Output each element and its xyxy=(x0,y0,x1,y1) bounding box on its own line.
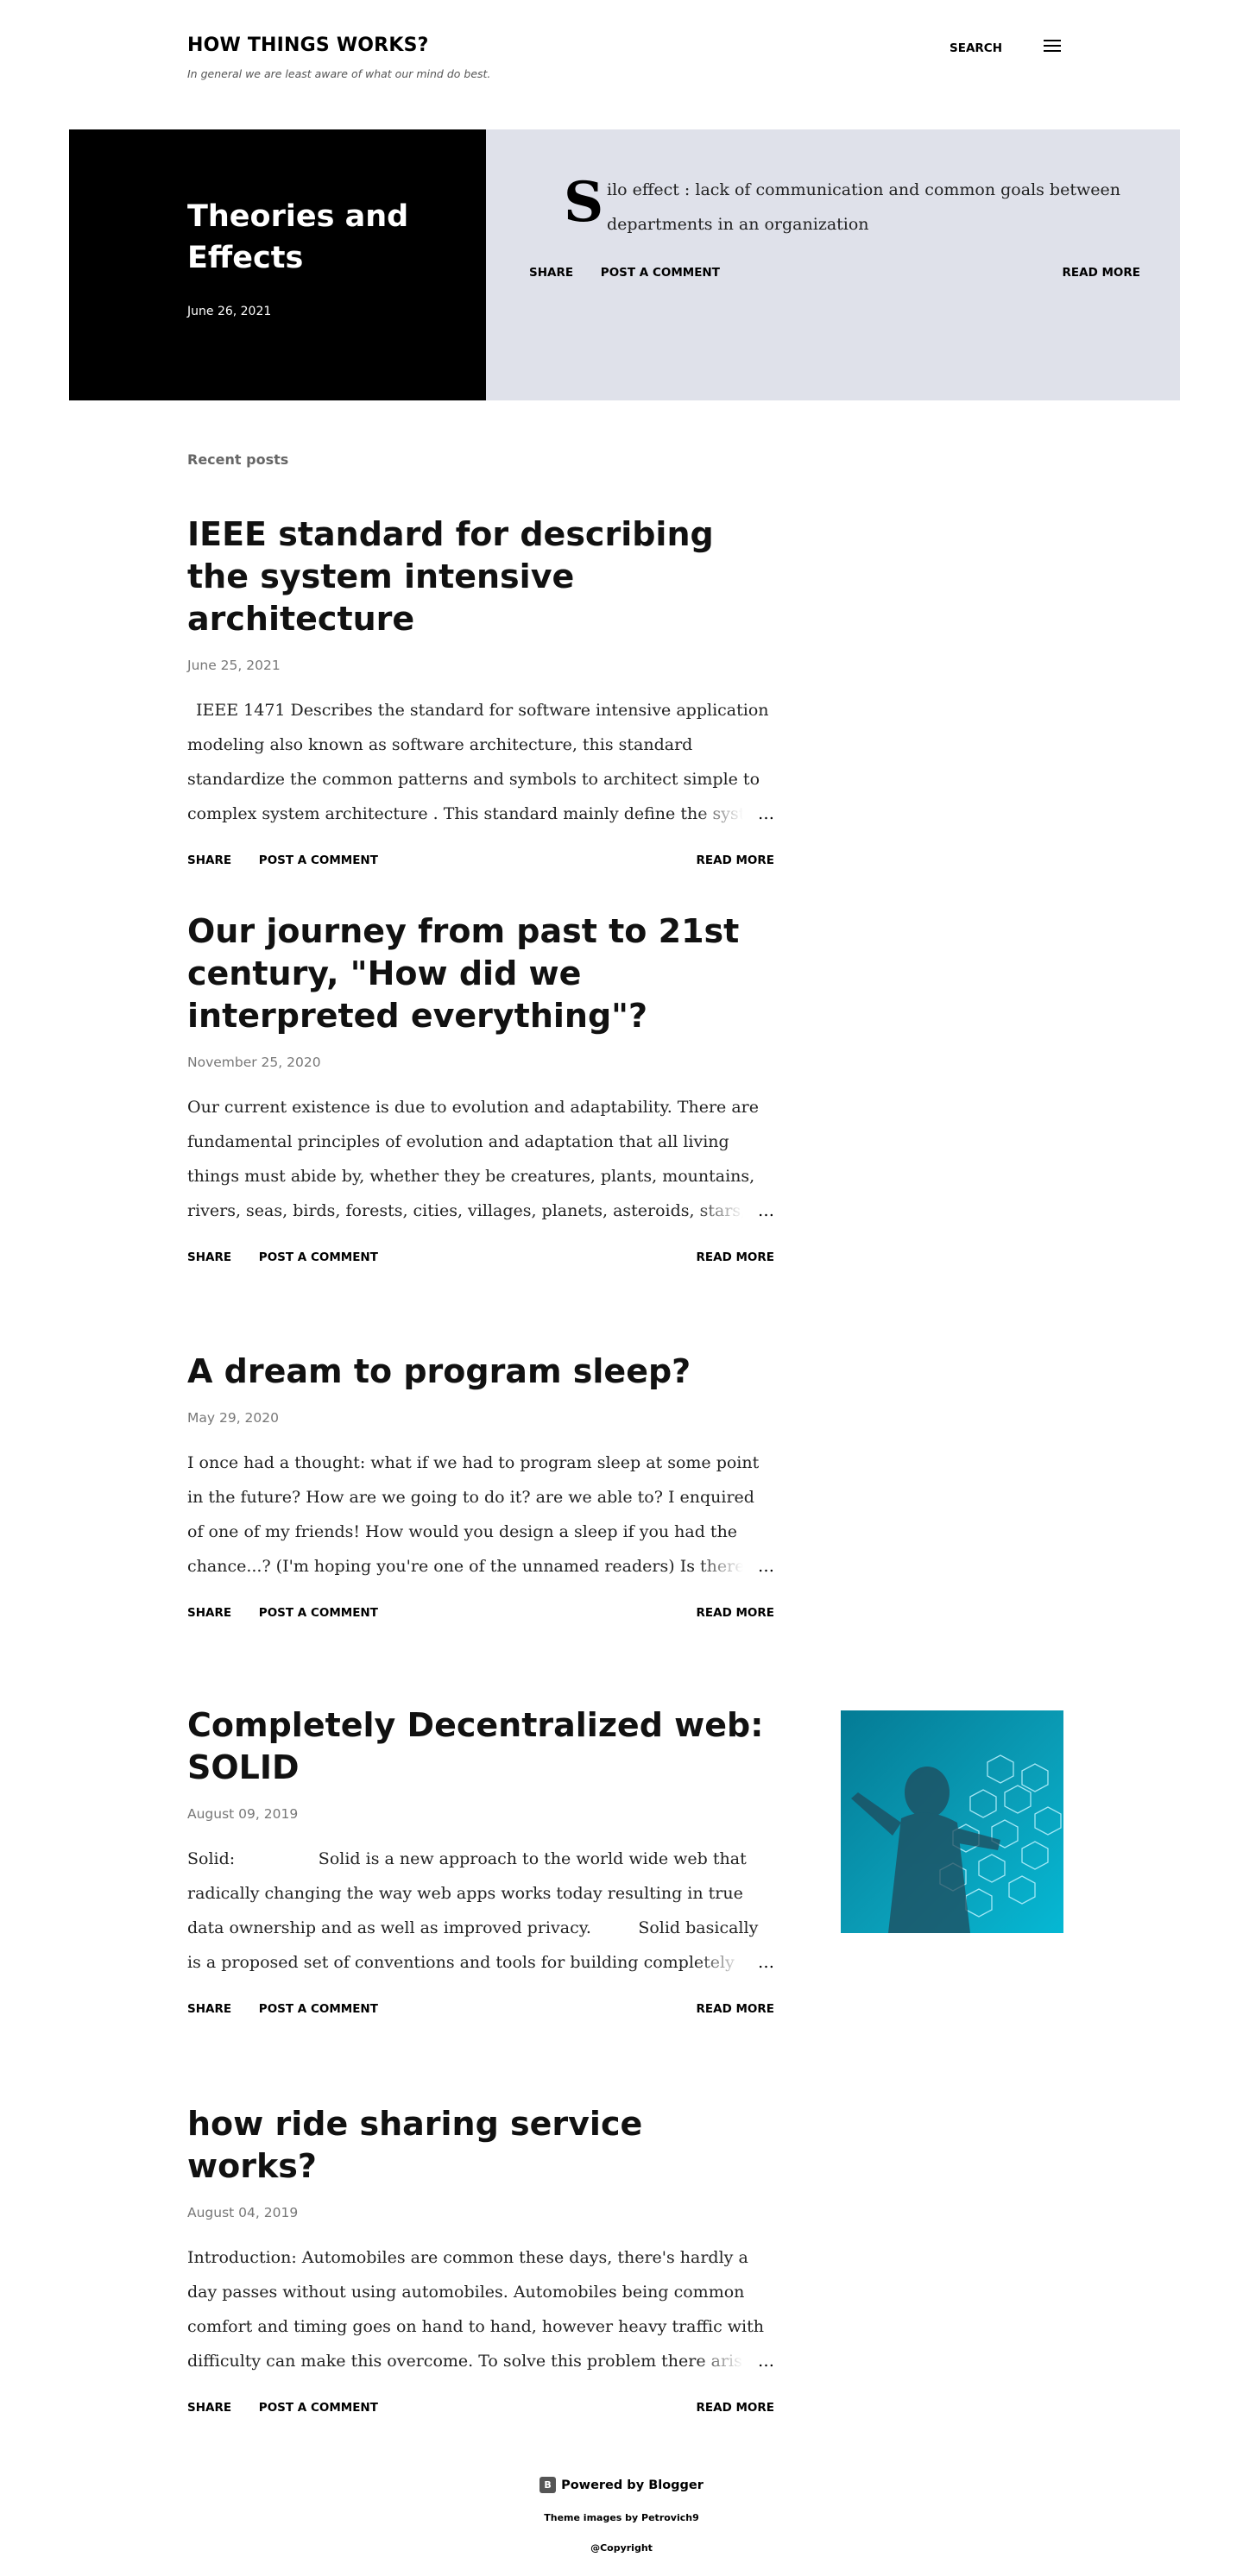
featured-snippet-panel: S ilo effect : lack of communication and… xyxy=(486,129,1180,400)
post-actions: SHARE POST A COMMENT READ MORE xyxy=(187,2401,774,2418)
ellipsis: … xyxy=(697,1549,774,1584)
powered-by-label[interactable]: Powered by Blogger xyxy=(561,2478,704,2492)
post-thumbnail[interactable] xyxy=(841,1710,1063,1933)
featured-title[interactable]: Theories and Effects xyxy=(187,196,446,279)
post-snippet: IEEE 1471 Describes the standard for sof… xyxy=(187,693,774,831)
post-actions: SHARE POST A COMMENT READ MORE xyxy=(187,853,774,871)
featured-date[interactable]: June 26, 2021 xyxy=(187,305,271,318)
share-button[interactable]: SHARE xyxy=(529,266,573,280)
hamburger-menu-icon[interactable] xyxy=(1044,40,1061,54)
post-snippet-text: I once had a thought: what if we had to … xyxy=(187,1453,760,1576)
post-snippet: Our current existence is due to evolutio… xyxy=(187,1090,774,1228)
share-button[interactable]: SHARE xyxy=(187,1250,231,1264)
post-title[interactable]: Completely Decentralized web: SOLID xyxy=(187,1704,774,1789)
post-date[interactable]: June 25, 2021 xyxy=(187,658,774,673)
copyright: @Copyright xyxy=(590,2542,653,2554)
post-title[interactable]: how ride sharing service works? xyxy=(187,2103,774,2188)
post-item: Completely Decentralized web: SOLID Augu… xyxy=(187,1704,774,2019)
featured-post: Theories and Effects June 26, 2021 S ilo… xyxy=(69,129,1180,400)
post-date[interactable]: August 04, 2019 xyxy=(187,2205,774,2220)
post-snippet: I once had a thought: what if we had to … xyxy=(187,1445,774,1584)
post-snippet-text: Introduction: Automobiles are common the… xyxy=(187,2248,767,2371)
ellipsis: … xyxy=(697,1194,774,1228)
post-comment-link[interactable]: POST A COMMENT xyxy=(259,2002,378,2016)
post-comment-link[interactable]: POST A COMMENT xyxy=(259,853,378,867)
ellipsis: … xyxy=(697,1945,774,1980)
ellipsis: … xyxy=(697,2344,774,2378)
post-date[interactable]: November 25, 2020 xyxy=(187,1055,774,1070)
featured-dropcap: S xyxy=(564,170,604,235)
post-item: how ride sharing service works? August 0… xyxy=(187,2103,774,2418)
blogger-icon: B xyxy=(539,2477,557,2493)
post-title[interactable]: A dream to program sleep? xyxy=(187,1351,774,1393)
powered-by-blogger[interactable]: B Powered by Blogger xyxy=(0,2477,1243,2493)
read-more-link[interactable]: READ MORE xyxy=(697,2401,775,2415)
featured-actions: SHARE POST A COMMENT READ MORE xyxy=(529,266,1140,280)
post-comment-link[interactable]: POST A COMMENT xyxy=(259,1606,378,1620)
featured-snippet: ilo effect : lack of communication and c… xyxy=(607,180,1120,234)
post-date[interactable]: August 09, 2019 xyxy=(187,1806,774,1822)
read-more-link[interactable]: READ MORE xyxy=(697,1606,775,1620)
post-actions: SHARE POST A COMMENT READ MORE xyxy=(187,2002,774,2019)
post-comment-link[interactable]: POST A COMMENT xyxy=(601,266,720,280)
post-item: Our journey from past to 21st century, "… xyxy=(187,910,774,1268)
search-button[interactable]: SEARCH xyxy=(950,41,1002,55)
post-item: IEEE standard for describing the system … xyxy=(187,513,774,871)
ellipsis: … xyxy=(697,797,774,831)
post-snippet: Solid: Solid is a new approach to the wo… xyxy=(187,1842,774,1980)
read-more-link[interactable]: READ MORE xyxy=(697,2002,775,2016)
blog-title[interactable]: HOW THINGS WORKS? xyxy=(187,35,1061,56)
blog-description: In general we are least aware of what ou… xyxy=(187,67,491,80)
post-snippet-text: IEEE 1471 Describes the standard for sof… xyxy=(187,701,771,823)
post-comment-link[interactable]: POST A COMMENT xyxy=(259,1250,378,1264)
footer: B Powered by Blogger Theme images by Pet… xyxy=(0,2477,1243,2554)
post-comment-link[interactable]: POST A COMMENT xyxy=(259,2401,378,2415)
post-title[interactable]: Our journey from past to 21st century, "… xyxy=(187,910,774,1037)
post-date[interactable]: May 29, 2020 xyxy=(187,1410,774,1426)
share-button[interactable]: SHARE xyxy=(187,853,231,867)
theme-credit[interactable]: Theme images by Petrovich9 xyxy=(0,2512,1243,2523)
recent-posts-heading: Recent posts xyxy=(187,451,289,468)
post-item: A dream to program sleep? May 29, 2020 I… xyxy=(187,1351,774,1623)
share-button[interactable]: SHARE xyxy=(187,2002,231,2016)
post-actions: SHARE POST A COMMENT READ MORE xyxy=(187,1250,774,1268)
read-more-link[interactable]: READ MORE xyxy=(697,1250,775,1264)
blog-header: HOW THINGS WORKS? In general we are leas… xyxy=(187,35,1061,95)
read-more-link[interactable]: READ MORE xyxy=(697,853,775,867)
share-button[interactable]: SHARE xyxy=(187,2401,231,2415)
post-actions: SHARE POST A COMMENT READ MORE xyxy=(187,1606,774,1623)
post-title[interactable]: IEEE standard for describing the system … xyxy=(187,513,774,640)
decentralized-web-illustration xyxy=(851,1754,1062,1933)
read-more-link[interactable]: READ MORE xyxy=(1063,266,1141,280)
post-snippet-text: Solid: Solid is a new approach to the wo… xyxy=(187,1849,764,1972)
post-snippet-text: Our current existence is due to evolutio… xyxy=(187,1098,759,1220)
post-snippet: Introduction: Automobiles are common the… xyxy=(187,2240,774,2378)
share-button[interactable]: SHARE xyxy=(187,1606,231,1620)
featured-title-panel: Theories and Effects June 26, 2021 xyxy=(69,129,486,400)
